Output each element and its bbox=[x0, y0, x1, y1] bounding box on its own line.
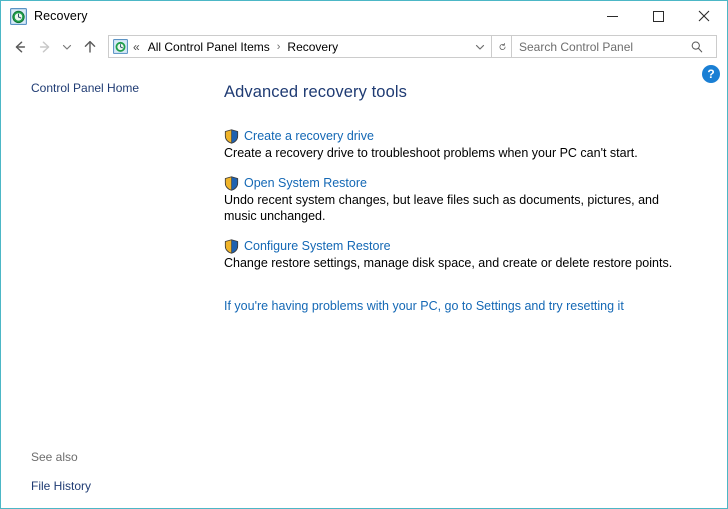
task-configure-system-restore: Configure System Restore Change restore … bbox=[224, 238, 727, 271]
search-input[interactable] bbox=[519, 40, 684, 54]
address-dropdown-button[interactable] bbox=[469, 36, 491, 57]
search-box[interactable] bbox=[511, 35, 717, 58]
recovery-window: Recovery bbox=[0, 0, 728, 509]
help-button[interactable]: ? bbox=[702, 65, 720, 83]
maximize-icon bbox=[653, 11, 664, 22]
main-panel: Advanced recovery tools Create a recover… bbox=[209, 62, 727, 508]
search-icon[interactable] bbox=[684, 40, 710, 54]
task-description: Undo recent system changes, but leave fi… bbox=[224, 192, 674, 224]
see-also-section: See also File History bbox=[31, 450, 91, 494]
breadcrumb-overflow[interactable]: « bbox=[133, 40, 140, 54]
minimize-button[interactable] bbox=[589, 1, 635, 31]
arrow-up-icon bbox=[82, 39, 98, 55]
task-header: Open System Restore bbox=[224, 175, 727, 190]
breadcrumb-item-all-control-panel-items[interactable]: All Control Panel Items bbox=[146, 39, 272, 55]
breadcrumb: « All Control Panel Items › Recovery bbox=[133, 39, 469, 55]
see-also-title: See also bbox=[31, 450, 91, 464]
sidebar-item-file-history[interactable]: File History bbox=[31, 478, 91, 494]
chevron-down-icon bbox=[61, 41, 73, 53]
content-area: Control Panel Home See also File History… bbox=[1, 62, 727, 508]
arrow-right-icon bbox=[37, 39, 53, 55]
sidebar-item-control-panel-home[interactable]: Control Panel Home bbox=[31, 80, 209, 96]
uac-shield-icon bbox=[224, 129, 239, 144]
back-button[interactable] bbox=[7, 35, 32, 59]
breadcrumb-separator-icon[interactable]: › bbox=[277, 41, 281, 53]
task-description: Change restore settings, manage disk spa… bbox=[224, 255, 674, 271]
address-recovery-icon bbox=[113, 39, 128, 54]
link-reset-pc-settings[interactable]: If you're having problems with your PC, … bbox=[224, 299, 624, 313]
task-description: Create a recovery drive to troubleshoot … bbox=[224, 145, 674, 161]
close-icon bbox=[698, 10, 710, 22]
link-create-a-recovery-drive[interactable]: Create a recovery drive bbox=[244, 129, 374, 143]
arrow-left-icon bbox=[12, 39, 28, 55]
uac-shield-icon bbox=[224, 239, 239, 254]
task-header: Create a recovery drive bbox=[224, 128, 727, 143]
breadcrumb-item-recovery[interactable]: Recovery bbox=[285, 39, 340, 55]
forward-button[interactable] bbox=[32, 35, 57, 59]
close-button[interactable] bbox=[681, 1, 727, 31]
task-open-system-restore: Open System Restore Undo recent system c… bbox=[224, 175, 727, 224]
refresh-icon bbox=[498, 40, 507, 54]
recovery-icon bbox=[10, 8, 27, 25]
sidebar: Control Panel Home See also File History bbox=[1, 62, 209, 508]
minimize-icon bbox=[607, 16, 618, 17]
task-create-recovery-drive: Create a recovery drive Create a recover… bbox=[224, 128, 727, 161]
link-configure-system-restore[interactable]: Configure System Restore bbox=[244, 239, 391, 253]
uac-shield-icon bbox=[224, 176, 239, 191]
address-toolbar: « All Control Panel Items › Recovery bbox=[1, 31, 727, 62]
task-header: Configure System Restore bbox=[224, 238, 727, 253]
window-title: Recovery bbox=[34, 9, 88, 23]
maximize-button[interactable] bbox=[635, 1, 681, 31]
address-bar[interactable]: « All Control Panel Items › Recovery bbox=[108, 35, 492, 58]
window-controls bbox=[589, 1, 727, 31]
recent-locations-button[interactable] bbox=[57, 35, 77, 59]
link-open-system-restore[interactable]: Open System Restore bbox=[244, 176, 367, 190]
title-bar: Recovery bbox=[1, 1, 727, 31]
page-title: Advanced recovery tools bbox=[224, 83, 727, 102]
up-button[interactable] bbox=[77, 35, 102, 59]
chevron-down-icon bbox=[474, 41, 486, 53]
